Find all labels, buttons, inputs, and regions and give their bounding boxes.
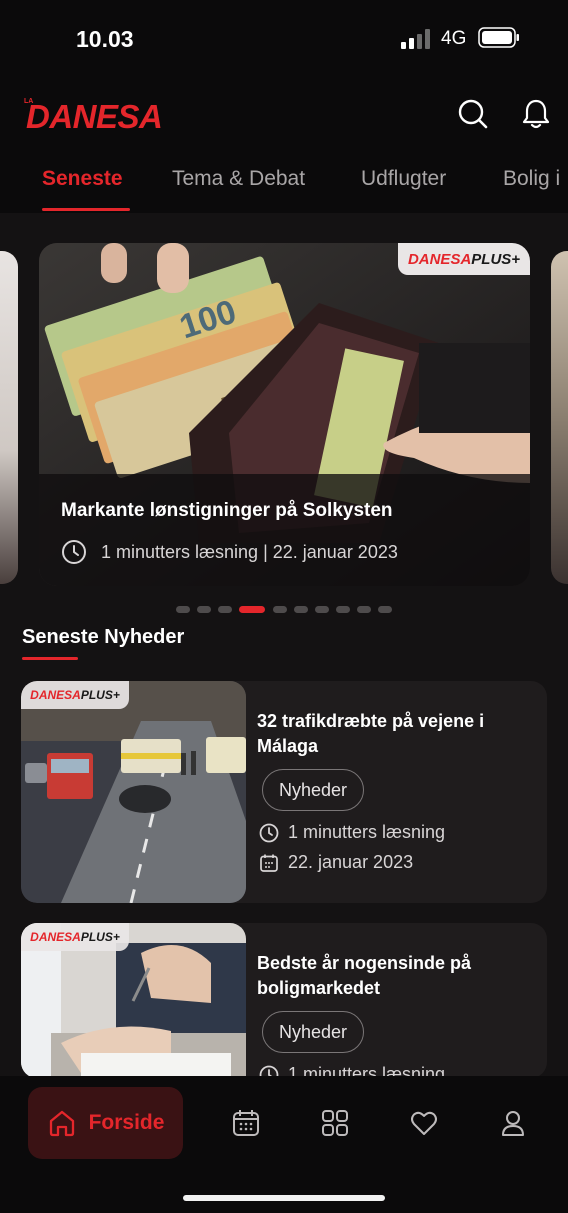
news-title[interactable]: 32 trafikdræbte på vejene i Málaga bbox=[257, 709, 529, 759]
network-type: 4G bbox=[441, 28, 467, 49]
status-bar: 10.03 4G bbox=[0, 0, 568, 70]
battery-icon bbox=[478, 27, 519, 48]
news-thumbnail: DANESA PLUS+ bbox=[21, 923, 246, 1078]
pagination-dot[interactable] bbox=[315, 606, 329, 613]
hero-caption-overlay bbox=[39, 474, 530, 586]
publish-date-text: 22. januar 2023 bbox=[288, 852, 414, 872]
carousel-pagination bbox=[0, 606, 568, 616]
search-icon[interactable] bbox=[455, 96, 491, 132]
hero-meta-text: 1 minutters læsning | 22. januar 2023 bbox=[101, 541, 398, 562]
pagination-dot[interactable] bbox=[176, 606, 190, 613]
featured-carousel[interactable]: 100 50 DANESAPLUS+ Markante lønstigninge… bbox=[0, 243, 568, 586]
news-card[interactable]: DANESA PLUS+ 32 trafikdræbte på vejene i … bbox=[21, 681, 547, 903]
grid-icon[interactable] bbox=[316, 1104, 354, 1142]
nav-home-button[interactable]: Forside bbox=[28, 1087, 183, 1159]
pagination-dot[interactable] bbox=[218, 606, 232, 613]
status-time: 10.03 bbox=[76, 26, 134, 52]
category-tag[interactable]: Nyheder bbox=[262, 1011, 365, 1053]
tab-bolig[interactable]: Bolig i bbox=[503, 167, 560, 191]
pagination-dot-active[interactable] bbox=[239, 606, 265, 613]
publish-date: 22. januar 2023 bbox=[259, 852, 413, 873]
danesa-logo[interactable]: LA DANESA bbox=[22, 92, 192, 136]
home-icon bbox=[49, 1110, 74, 1137]
danesa-plus-badge: DANESA PLUS+ bbox=[21, 681, 129, 709]
tab-tema-debat[interactable]: Tema & Debat bbox=[172, 167, 305, 191]
pagination-dot[interactable] bbox=[294, 606, 308, 613]
danesa-plus-badge: DANESA PLUS+ bbox=[398, 243, 530, 275]
notification-bell-icon[interactable] bbox=[518, 96, 554, 132]
tab-udflugter[interactable]: Udflugter bbox=[361, 167, 446, 191]
pagination-dot[interactable] bbox=[357, 606, 371, 613]
section-title-underline bbox=[22, 657, 78, 660]
profile-icon[interactable] bbox=[494, 1104, 532, 1142]
news-card[interactable]: DANESA PLUS+ Bedste år nogensinde på boli… bbox=[21, 923, 547, 1078]
reading-time: 1 minutters læsning bbox=[259, 822, 445, 843]
danesa-plus-badge: DANESA PLUS+ bbox=[21, 923, 129, 951]
home-indicator[interactable] bbox=[183, 1195, 385, 1201]
heart-icon[interactable] bbox=[405, 1104, 443, 1142]
pagination-dot[interactable] bbox=[197, 606, 211, 613]
calendar-icon bbox=[260, 854, 278, 872]
news-title[interactable]: Bedste år nogensinde på boligmarkedet bbox=[257, 951, 529, 1001]
pagination-dot[interactable] bbox=[336, 606, 350, 613]
next-card-peek[interactable] bbox=[551, 251, 568, 584]
category-tag[interactable]: Nyheder bbox=[262, 769, 365, 811]
hero-title[interactable]: Markante lønstigninger på Solkysten bbox=[61, 500, 393, 522]
reading-time-text: 1 minutters læsning bbox=[288, 822, 446, 842]
svg-text:DANESA: DANESA bbox=[26, 98, 162, 135]
clock-icon bbox=[259, 823, 279, 842]
pagination-dot[interactable] bbox=[378, 606, 392, 613]
clock-icon bbox=[62, 540, 86, 564]
signal-icon bbox=[401, 29, 430, 49]
pagination-dot[interactable] bbox=[273, 606, 287, 613]
hero-meta: 1 minutters læsning | 22. januar 2023 bbox=[61, 539, 398, 565]
calendar-icon[interactable] bbox=[227, 1104, 265, 1142]
section-title: Seneste Nyheder bbox=[22, 626, 185, 648]
nav-home-label: Forside bbox=[88, 1111, 165, 1134]
active-tab-indicator bbox=[42, 208, 130, 211]
hero-article-card[interactable]: 100 50 DANESAPLUS+ Markante lønstigninge… bbox=[39, 243, 530, 586]
category-tabs: Seneste Tema & Debat Udflugter Bolig i bbox=[0, 155, 568, 213]
previous-card-peek[interactable] bbox=[0, 251, 18, 584]
news-thumbnail: DANESA PLUS+ bbox=[21, 681, 246, 903]
tab-seneste[interactable]: Seneste bbox=[42, 167, 123, 191]
